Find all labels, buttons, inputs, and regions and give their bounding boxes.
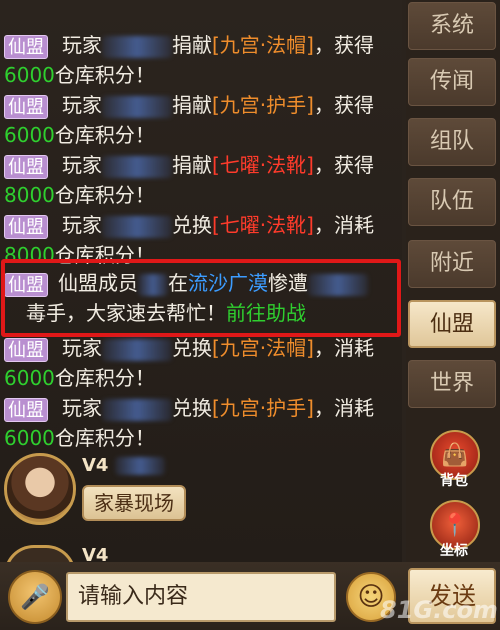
redacted-name xyxy=(102,215,172,238)
suffix-text: 仓库积分！ xyxy=(54,63,155,87)
suffix-text: 仓库积分！ xyxy=(54,183,155,207)
chat-input[interactable]: 请输入内容 xyxy=(66,572,336,622)
tab-rumor[interactable]: 传闻 xyxy=(408,58,496,106)
suffix-text: 仓库积分！ xyxy=(54,123,155,147)
action-text: 捐献 xyxy=(172,33,212,57)
player-label: 玩家 xyxy=(62,336,102,360)
voice-button[interactable]: 🎤 xyxy=(8,570,62,624)
guild-badge: 仙盟 xyxy=(4,214,48,239)
tab-world[interactable]: 世界 xyxy=(408,360,496,408)
tail-text: ，消耗 xyxy=(313,336,374,360)
redacted-name xyxy=(102,338,172,361)
tail-text: ，消耗 xyxy=(313,213,374,237)
points-amount: 6000 xyxy=(4,366,55,390)
action-text: 兑换 xyxy=(172,213,212,237)
item-link[interactable]: [九宫·护手] xyxy=(212,93,314,117)
tab-team-up[interactable]: 组队 xyxy=(408,118,496,166)
suffix-text: 仓库积分！ xyxy=(54,426,155,450)
tab-party[interactable]: 队伍 xyxy=(408,178,496,226)
tab-system[interactable]: 系统 xyxy=(408,2,496,50)
vip-level: V4 xyxy=(82,545,109,562)
redacted-name xyxy=(102,95,172,118)
points-amount: 6000 xyxy=(4,123,55,147)
bag-icon: 👜 xyxy=(441,442,469,468)
bag-label: 背包 xyxy=(440,473,468,489)
player-label: 玩家 xyxy=(62,213,102,237)
guild-badge: 仙盟 xyxy=(4,154,48,179)
chat-message: 仙盟 玩家 兑换[九宫·护手]，消耗 6000仓库积分！ xyxy=(4,393,398,453)
player-avatar[interactable] xyxy=(4,453,76,525)
chat-panel: 仙盟 玩家 捐献[九宫·法帽]，获得 6000仓库积分！ 仙盟 玩家 捐献[九宫·护手]… xyxy=(0,0,402,562)
coords-label: 坐标 xyxy=(440,543,468,559)
watermark: 81G.com xyxy=(380,596,498,624)
suffix-text: 仓库积分！ xyxy=(54,366,155,390)
player-message-bubble: 家暴现场 xyxy=(82,485,186,521)
redacted-name xyxy=(102,155,172,178)
item-link[interactable]: [七曜·法靴] xyxy=(212,213,314,237)
guild-badge: 仙盟 xyxy=(4,337,48,362)
highlight-box xyxy=(1,259,401,337)
action-text: 捐献 xyxy=(172,153,212,177)
location-pin-icon: 📍 xyxy=(441,512,469,538)
guild-badge: 仙盟 xyxy=(4,397,48,422)
item-link[interactable]: [九宫·法帽] xyxy=(212,336,314,360)
chat-message: 仙盟 玩家 捐献[九宫·护手]，获得 6000仓库积分！ xyxy=(4,90,398,150)
tail-text: ，获得 xyxy=(313,33,374,57)
tail-text: ，获得 xyxy=(313,153,374,177)
item-link[interactable]: [七曜·法靴] xyxy=(212,153,314,177)
action-text: 兑换 xyxy=(172,396,212,420)
points-amount: 6000 xyxy=(4,63,55,87)
guild-badge: 仙盟 xyxy=(4,34,48,59)
tail-text: ，获得 xyxy=(313,93,374,117)
redacted-name xyxy=(102,398,172,421)
action-text: 捐献 xyxy=(172,93,212,117)
player-label: 玩家 xyxy=(62,153,102,177)
channel-tabs: 系统 传闻 组队 队伍 附近 仙盟 世界 👜 背包 📍 坐标 xyxy=(406,0,500,562)
item-link[interactable]: [九宫·护手] xyxy=(212,396,314,420)
chat-message: 仙盟 玩家 兑换[九宫·法帽]，消耗 6000仓库积分！ xyxy=(4,333,398,393)
chat-message: 仙盟 玩家 捐献[九宫·法帽]，获得 6000仓库积分！ xyxy=(4,30,398,90)
chat-message: 仙盟 玩家 捐献[七曜·法靴]，获得 8000仓库积分！ xyxy=(4,150,398,210)
points-amount: 8000 xyxy=(4,183,55,207)
player-label: 玩家 xyxy=(62,33,102,57)
tail-text: ，消耗 xyxy=(313,396,374,420)
points-amount: 6000 xyxy=(4,426,55,450)
player-avatar[interactable] xyxy=(4,545,76,562)
redacted-name xyxy=(102,35,172,58)
player-label: 玩家 xyxy=(62,396,102,420)
item-link[interactable]: [九宫·法帽] xyxy=(212,33,314,57)
player-label: 玩家 xyxy=(62,93,102,117)
vip-level: V4 xyxy=(82,455,165,476)
action-text: 兑换 xyxy=(172,336,212,360)
microphone-icon: 🎤 xyxy=(20,583,50,611)
guild-badge: 仙盟 xyxy=(4,94,48,119)
tab-nearby[interactable]: 附近 xyxy=(408,240,496,288)
tab-guild[interactable]: 仙盟 xyxy=(408,300,496,348)
